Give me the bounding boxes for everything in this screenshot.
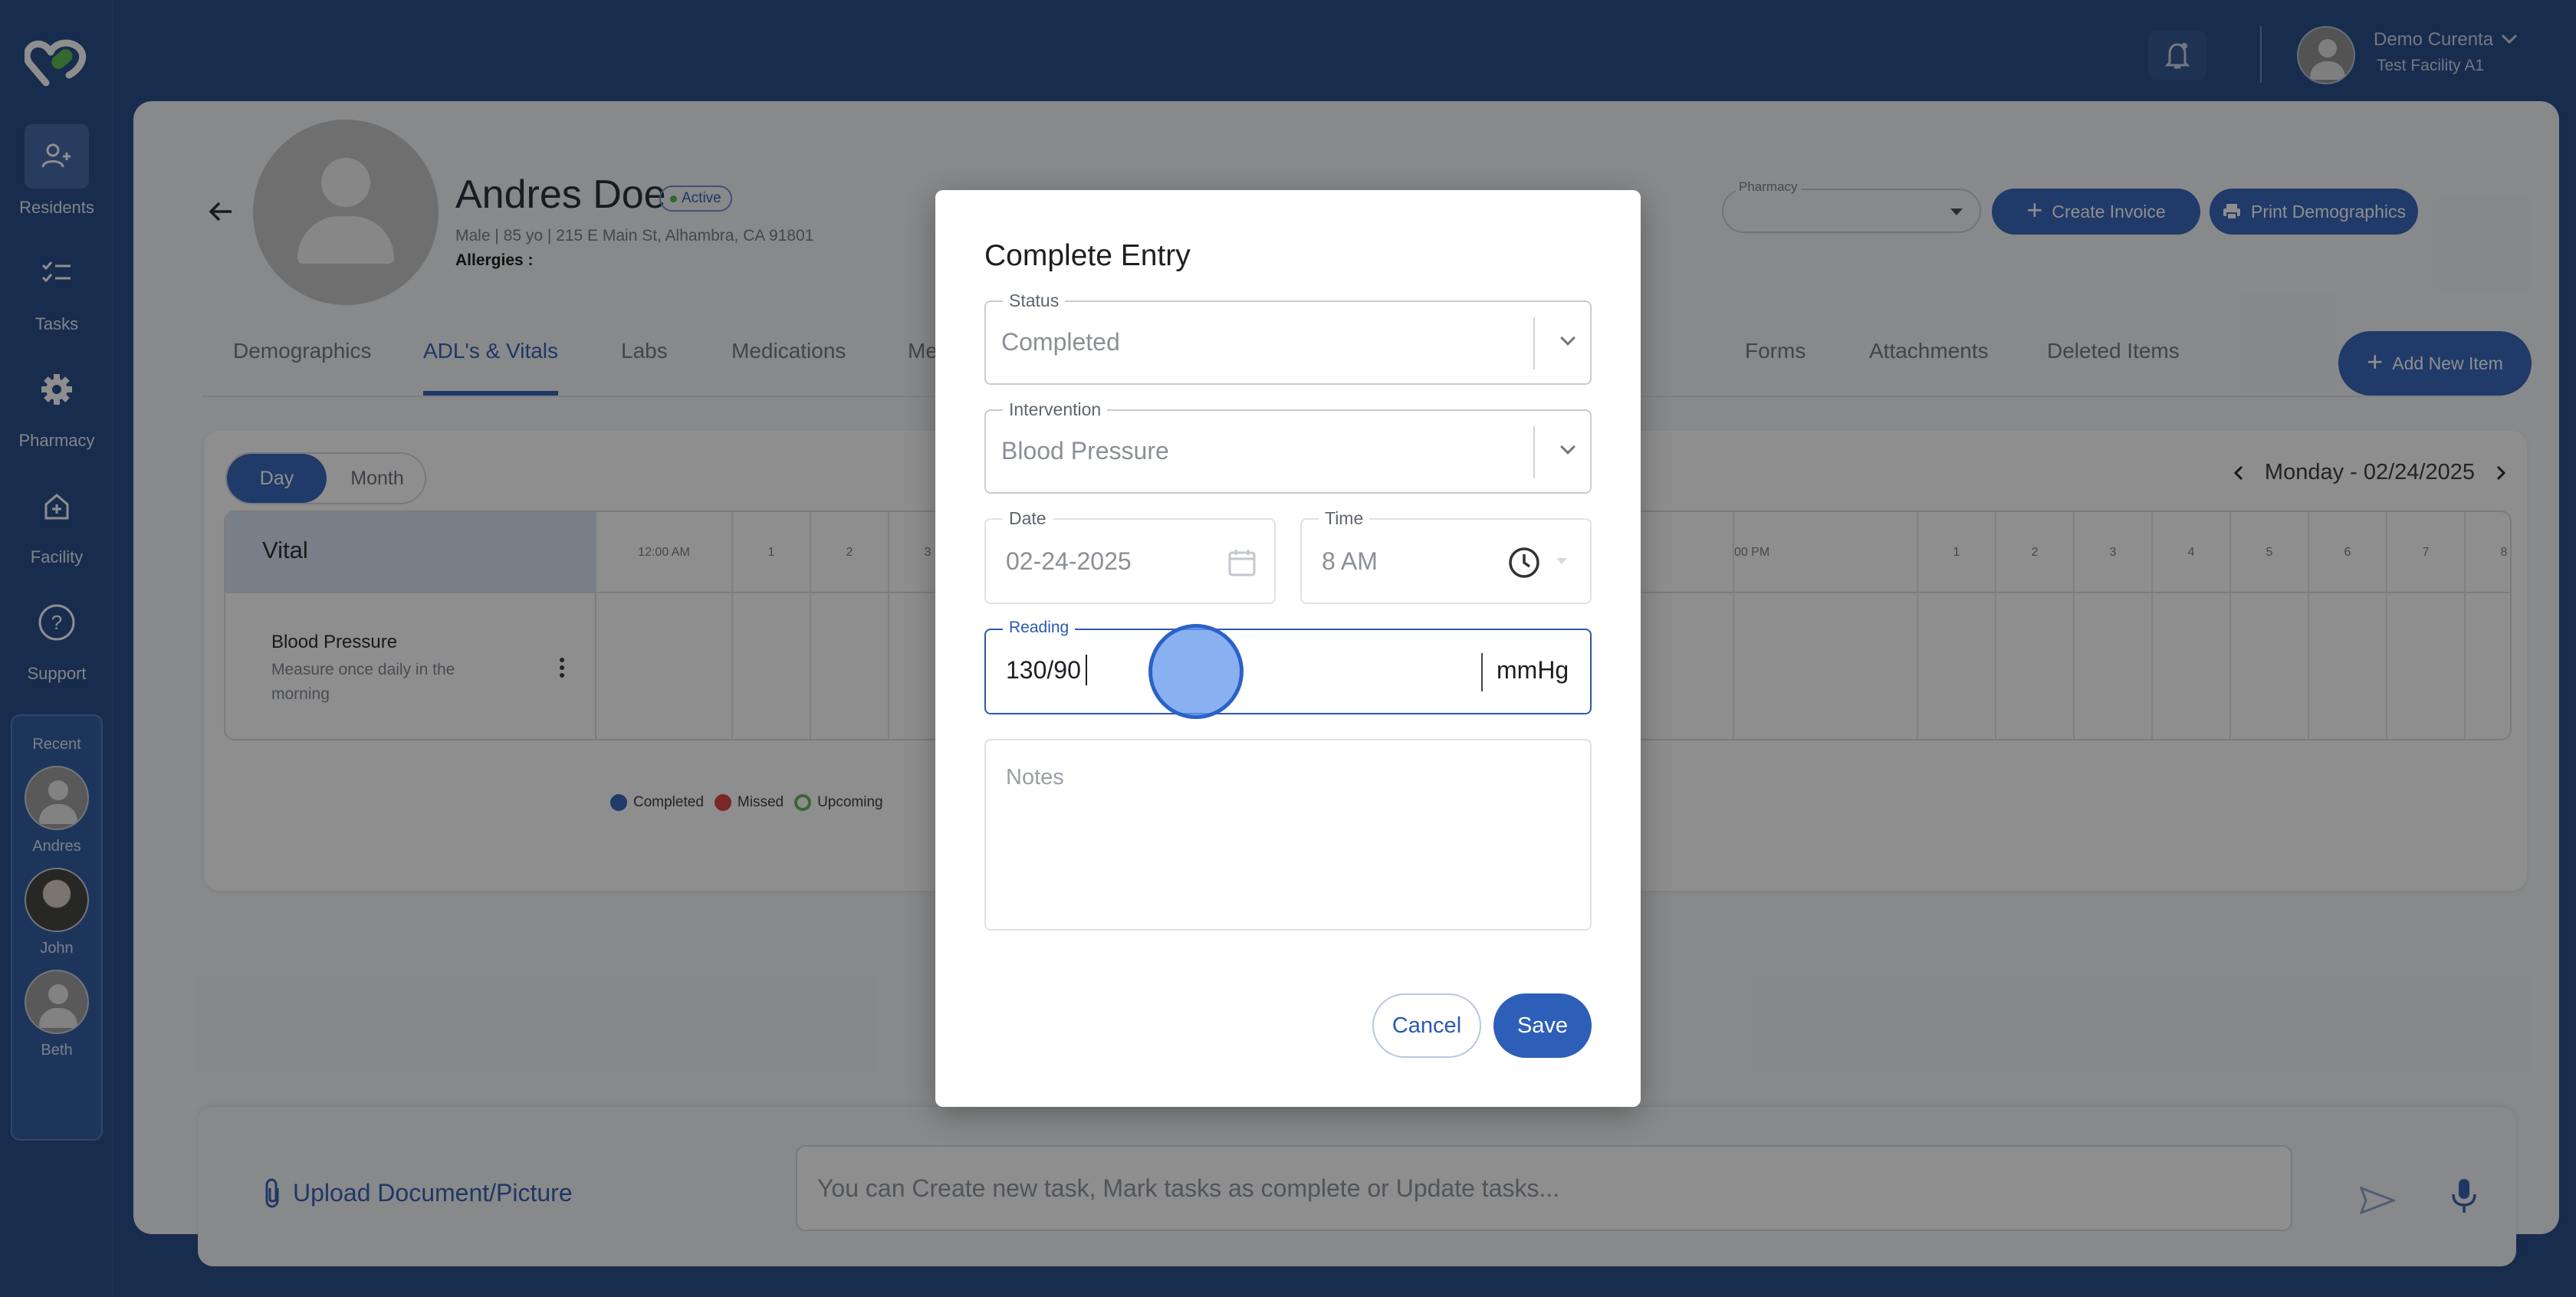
- chevron-down-icon: [1560, 439, 1576, 455]
- reading-label: Reading: [1003, 619, 1076, 637]
- complete-entry-dialog: Complete Entry Status Completed Interven…: [935, 190, 1641, 1107]
- text-cursor: [1086, 655, 1087, 685]
- intervention-select[interactable]: Intervention Blood Pressure: [984, 399, 1592, 494]
- date-label: Date: [1003, 508, 1053, 529]
- reading-input[interactable]: Reading 130/90 mmHg: [984, 619, 1592, 714]
- select-separator: [1533, 317, 1535, 369]
- date-value: 02-24-2025: [1006, 547, 1132, 575]
- dialog-title: Complete Entry: [984, 239, 1191, 272]
- clock-icon[interactable]: [1507, 546, 1541, 580]
- time-field[interactable]: Time 8 AM: [1300, 508, 1592, 604]
- time-value: 8 AM: [1322, 547, 1378, 575]
- click-indicator: [1148, 624, 1244, 719]
- chevron-down-icon: [1560, 330, 1576, 346]
- reading-value: 130/90: [1006, 656, 1081, 684]
- status-value: Completed: [1001, 328, 1120, 356]
- calendar-icon[interactable]: [1227, 547, 1257, 578]
- intervention-label: Intervention: [1003, 399, 1108, 420]
- unit-separator: [1481, 653, 1483, 691]
- notes-placeholder: Notes: [1006, 765, 1064, 790]
- save-button[interactable]: Save: [1493, 993, 1592, 1058]
- select-separator: [1533, 426, 1535, 478]
- notes-textarea[interactable]: Notes: [984, 739, 1592, 931]
- date-field[interactable]: Date 02-24-2025: [984, 508, 1276, 604]
- status-select[interactable]: Status Completed: [984, 291, 1592, 385]
- status-label: Status: [1003, 291, 1066, 311]
- caret-down-icon: [1556, 558, 1567, 564]
- intervention-value: Blood Pressure: [1001, 437, 1169, 465]
- time-label: Time: [1319, 508, 1370, 529]
- reading-unit: mmHg: [1497, 656, 1569, 684]
- cancel-button[interactable]: Cancel: [1372, 993, 1481, 1058]
